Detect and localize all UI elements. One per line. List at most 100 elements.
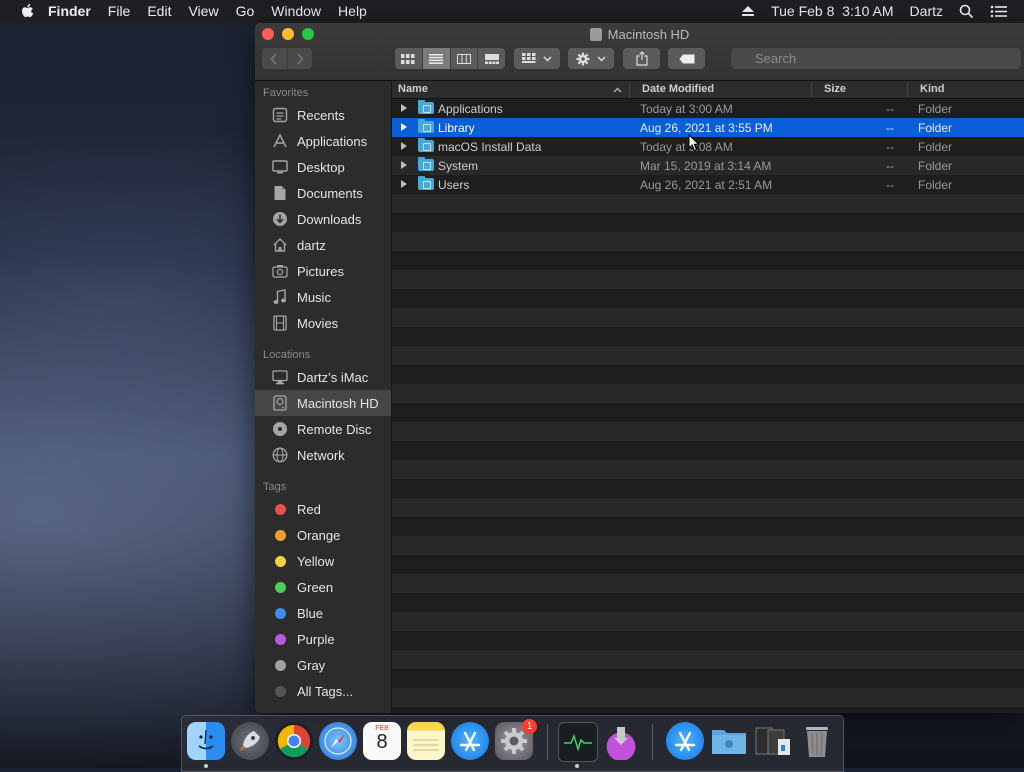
icon-view-button[interactable] bbox=[395, 48, 422, 69]
launchpad-icon[interactable] bbox=[231, 722, 269, 760]
disclosure-triangle-icon[interactable] bbox=[401, 161, 407, 169]
sidebar-item-label: Applications bbox=[297, 133, 368, 149]
column-name[interactable]: Name bbox=[398, 83, 428, 95]
sidebar-item-desktop[interactable]: Desktop bbox=[255, 154, 391, 180]
sidebar-item-tag-yellow[interactable]: Yellow bbox=[255, 548, 391, 574]
column-divider[interactable] bbox=[907, 83, 908, 97]
apple-icon[interactable] bbox=[20, 3, 34, 19]
folder-icon[interactable] bbox=[710, 722, 748, 760]
eject-icon[interactable] bbox=[741, 5, 755, 17]
installer-icon[interactable] bbox=[602, 722, 640, 760]
file-date: Today at 3:00 AM bbox=[640, 102, 733, 116]
notification-center-icon[interactable] bbox=[990, 5, 1008, 18]
gallery-view-button[interactable] bbox=[477, 48, 505, 69]
file-date: Aug 26, 2021 at 3:55 PM bbox=[640, 121, 773, 135]
column-size[interactable]: Size bbox=[824, 83, 846, 95]
sidebar-item-music[interactable]: Music bbox=[255, 284, 391, 310]
film-icon bbox=[271, 314, 289, 332]
sidebar-item-label: Green bbox=[297, 579, 334, 595]
sidebar-item-tag-blue[interactable]: Blue bbox=[255, 600, 391, 626]
table-row[interactable]: System Mar 15, 2019 at 3:14 AM -- Folder bbox=[392, 156, 1024, 175]
menu-window[interactable]: Window bbox=[271, 3, 321, 19]
mouse-cursor-icon bbox=[688, 134, 700, 152]
sidebar-section-favorites: Favorites bbox=[263, 87, 309, 99]
column-date-modified[interactable]: Date Modified bbox=[642, 83, 714, 95]
sort-chevron-up-icon[interactable] bbox=[613, 87, 622, 93]
sidebar-item-tag-purple[interactable]: Purple bbox=[255, 626, 391, 652]
sidebar-item-documents[interactable]: Documents bbox=[255, 180, 391, 206]
menu-go[interactable]: Go bbox=[236, 3, 255, 19]
menu-finder[interactable]: Finder bbox=[48, 3, 91, 19]
menu-view[interactable]: View bbox=[188, 3, 218, 19]
sidebar-item-label: All Tags... bbox=[297, 683, 354, 699]
sidebar-item-tag-red[interactable]: Red bbox=[255, 496, 391, 522]
sidebar-item-dartz-imac[interactable]: Dartz’s iMac bbox=[255, 364, 391, 390]
disclosure-triangle-icon[interactable] bbox=[401, 142, 407, 150]
sidebar-item-tag-green[interactable]: Green bbox=[255, 574, 391, 600]
app-store-icon[interactable] bbox=[451, 722, 489, 760]
sidebar-item-remote-disc[interactable]: Remote Disc bbox=[255, 416, 391, 442]
forward-button[interactable] bbox=[286, 48, 313, 69]
sidebar-item-all-tags[interactable]: All Tags... bbox=[255, 678, 391, 704]
file-list: Name Date Modified Size Kind Application… bbox=[392, 81, 1024, 713]
sidebar-item-label: Remote Disc bbox=[297, 421, 372, 437]
column-view-button[interactable] bbox=[449, 48, 478, 69]
file-kind: Folder bbox=[918, 121, 953, 135]
finder-window: Macintosh HD Search Favorites Recents Ap… bbox=[255, 23, 1024, 713]
action-menu-button[interactable] bbox=[568, 48, 614, 69]
calendar-icon[interactable]: FEB 8 bbox=[363, 722, 401, 760]
purple-tag-dot bbox=[274, 633, 286, 645]
safari-icon[interactable] bbox=[319, 722, 357, 760]
file-name: macOS Install Data bbox=[438, 140, 542, 154]
file-name: Library bbox=[438, 121, 475, 135]
file-size: -- bbox=[886, 140, 894, 154]
back-forward-control bbox=[262, 48, 312, 69]
running-indicator bbox=[575, 764, 579, 768]
table-row[interactable]: macOS Install Data Today at 3:08 AM -- F… bbox=[392, 137, 1024, 156]
menu-file[interactable]: File bbox=[108, 3, 131, 19]
disclosure-triangle-icon[interactable] bbox=[401, 123, 407, 131]
disclosure-triangle-icon[interactable] bbox=[401, 104, 407, 112]
sidebar-item-downloads[interactable]: Downloads bbox=[255, 206, 391, 232]
app-store-icon[interactable] bbox=[666, 722, 704, 760]
disclosure-triangle-icon[interactable] bbox=[401, 180, 407, 188]
spotlight-search-icon[interactable] bbox=[959, 4, 974, 19]
column-kind[interactable]: Kind bbox=[920, 83, 944, 95]
file-date: Aug 26, 2021 at 2:51 AM bbox=[640, 178, 773, 192]
group-by-button[interactable] bbox=[514, 48, 560, 69]
files-icon[interactable] bbox=[754, 722, 792, 760]
notes-icon[interactable] bbox=[407, 722, 445, 760]
column-divider[interactable] bbox=[629, 83, 630, 97]
column-divider[interactable] bbox=[811, 83, 812, 97]
user-name[interactable]: Dartz bbox=[910, 3, 943, 19]
sidebar-item-dartz[interactable]: dartz bbox=[255, 232, 391, 258]
search-input[interactable] bbox=[731, 48, 1021, 69]
sidebar-item-tag-orange[interactable]: Orange bbox=[255, 522, 391, 548]
activity-monitor-icon[interactable] bbox=[558, 722, 598, 762]
sidebar-item-movies[interactable]: Movies bbox=[255, 310, 391, 336]
menu-edit[interactable]: Edit bbox=[147, 3, 171, 19]
sidebar-item-tag-gray[interactable]: Gray bbox=[255, 652, 391, 678]
sidebar-item-recents[interactable]: Recents bbox=[255, 102, 391, 128]
chrome-icon[interactable] bbox=[275, 722, 313, 760]
back-button[interactable] bbox=[262, 48, 287, 69]
sidebar-item-pictures[interactable]: Pictures bbox=[255, 258, 391, 284]
sidebar-item-applications[interactable]: Applications bbox=[255, 128, 391, 154]
table-row[interactable]: Applications Today at 3:00 AM -- Folder bbox=[392, 99, 1024, 118]
edit-tags-button[interactable] bbox=[668, 48, 705, 69]
folder-icon bbox=[418, 157, 434, 171]
chevron-right-icon bbox=[297, 52, 304, 65]
trash-icon[interactable] bbox=[798, 722, 836, 760]
table-row[interactable]: Library Aug 26, 2021 at 3:55 PM -- Folde… bbox=[392, 118, 1024, 137]
sidebar-section-tags: Tags bbox=[263, 481, 287, 493]
notification-badge: 1 bbox=[522, 719, 537, 734]
finder-icon[interactable] bbox=[187, 722, 225, 760]
menu-help[interactable]: Help bbox=[338, 3, 367, 19]
clock[interactable]: Tue Feb 8 3:10 AM bbox=[771, 3, 893, 19]
sidebar-item-network[interactable]: Network bbox=[255, 442, 391, 468]
sidebar-item-label: Desktop bbox=[297, 159, 345, 175]
sidebar-item-macintosh-hd[interactable]: Macintosh HD bbox=[255, 390, 391, 416]
table-row[interactable]: Users Aug 26, 2021 at 2:51 AM -- Folder bbox=[392, 175, 1024, 194]
list-view-button[interactable] bbox=[421, 48, 450, 69]
share-button[interactable] bbox=[623, 48, 660, 69]
